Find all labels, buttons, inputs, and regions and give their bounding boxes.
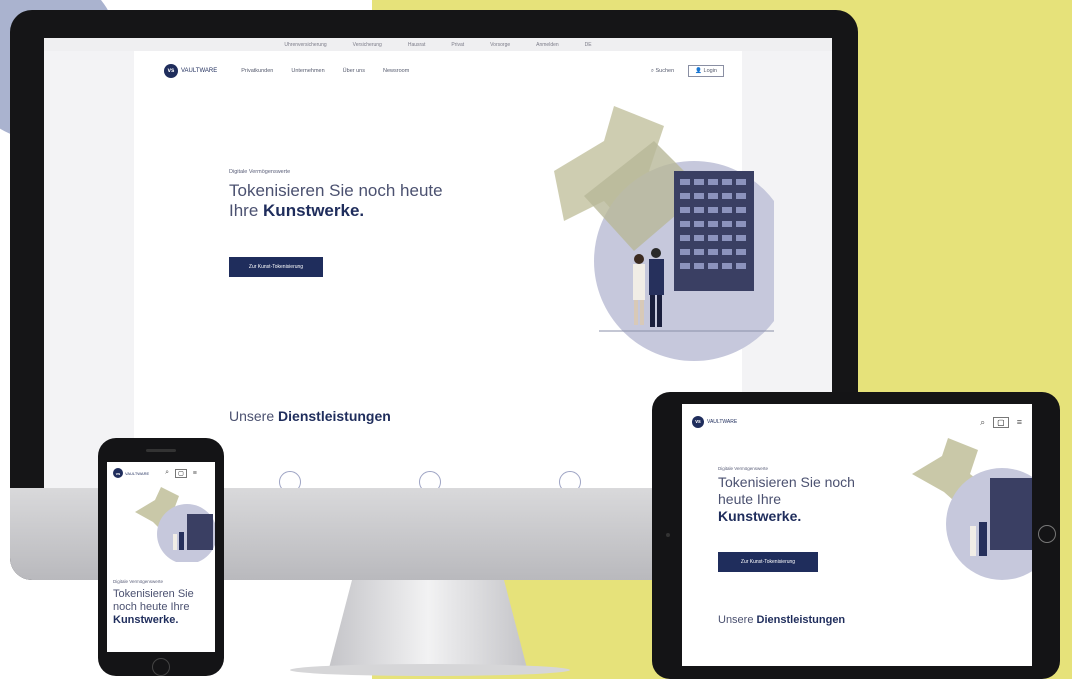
tablet-services-heading-light: Unsere — [718, 614, 757, 626]
tablet-services-heading: Unsere Dienstleistungen — [718, 614, 845, 626]
tablet-hero-illustration — [912, 438, 1032, 580]
search-label: Suchen — [655, 67, 675, 74]
hero-headline-bold: Kunstwerke. — [263, 201, 365, 220]
search-icon: ⌕ — [650, 67, 654, 74]
tablet-home-button — [1038, 525, 1056, 543]
logo-text[interactable]: VAULTWARE — [125, 471, 149, 476]
main-nav: vs VAULTWARE Privatkunden Unternehmen Üb… — [164, 61, 724, 81]
nav-links: Privatkunden Unternehmen Über uns Newsro… — [241, 68, 409, 74]
desktop-site-content: vs VAULTWARE Privatkunden Unternehmen Üb… — [134, 51, 774, 498]
nav-link-privatkunden[interactable]: Privatkunden — [241, 68, 273, 74]
user-icon: 👤 — [695, 68, 702, 74]
nav-link-unternehmen[interactable]: Unternehmen — [291, 68, 324, 74]
menu-icon[interactable]: ≡ — [193, 470, 197, 477]
monitor-stand — [328, 580, 528, 672]
phone-headline-bold: Kunstwerke. — [113, 614, 179, 626]
tablet-header: vs VAULTWARE ⌕ ▢ ≡ — [692, 416, 1022, 428]
stand-shadow — [290, 664, 570, 676]
nav-link-ueber-uns[interactable]: Über uns — [343, 68, 365, 74]
user-icon[interactable]: ▢ — [175, 468, 187, 478]
phone-screen: vs VAULTWARE ⌕ ▢ ≡ Digitale Vermögenswer… — [107, 462, 215, 652]
tablet-eyebrow: Digitale Vermögenswerte — [718, 466, 769, 471]
top-link[interactable]: Versicherung — [353, 42, 382, 48]
tablet-headline-light: Tokenisieren Sie noch heute Ihre — [718, 474, 855, 507]
phone-hero-illustration — [135, 487, 215, 562]
nav-link-newsroom[interactable]: Newsroom — [383, 68, 409, 74]
language-switch[interactable]: DE — [585, 42, 592, 48]
phone-speaker — [146, 449, 176, 452]
tablet-headline-bold: Kunstwerke. — [718, 508, 802, 524]
top-link[interactable]: Uhrenversicherung — [284, 42, 326, 48]
top-link[interactable]: Privat — [451, 42, 464, 48]
tablet-camera — [666, 533, 670, 537]
phone-eyebrow: Digitale Vermögenswerte — [113, 579, 164, 584]
tablet-cta-button[interactable]: Zur Kunst-Tokenisierung — [718, 552, 818, 572]
logo-text[interactable]: VAULTWARE — [181, 68, 217, 74]
logo-mark[interactable]: vs — [692, 416, 704, 428]
search-icon[interactable]: ⌕ — [165, 469, 169, 477]
top-link[interactable]: Anmelden — [536, 42, 559, 48]
hero-illustration — [554, 106, 774, 361]
hero-cta-button[interactable]: Zur Kunst-Tokenisierung — [229, 257, 323, 277]
search-icon[interactable]: ⌕ — [980, 417, 985, 428]
login-label: Login — [703, 68, 717, 74]
phone-header: vs VAULTWARE ⌕ ▢ ≡ — [113, 468, 197, 478]
services-heading-bold: Dienstleistungen — [278, 408, 391, 424]
phone-headline-light: Tokenisieren Sie noch heute Ihre — [113, 588, 194, 613]
nav-right: ⌕ Suchen 👤 Login — [651, 65, 724, 77]
login-button[interactable]: 👤 Login — [688, 65, 724, 77]
hero-headline: Tokenisieren Sie noch heute Ihre Kunstwe… — [229, 181, 459, 221]
phone-home-button — [152, 658, 170, 676]
user-icon[interactable]: ▢ — [993, 416, 1009, 428]
art-painting — [674, 171, 754, 291]
menu-icon[interactable]: ≡ — [1017, 417, 1022, 427]
search-button[interactable]: ⌕ Suchen — [651, 68, 674, 75]
tablet-device: vs VAULTWARE ⌕ ▢ ≡ Digitale Vermögenswer… — [652, 392, 1060, 679]
phone-headline: Tokenisieren Sie noch heute Ihre Kunstwe… — [113, 588, 213, 627]
logo-text[interactable]: VAULTWARE — [707, 419, 737, 425]
top-link[interactable]: Vorsorge — [490, 42, 510, 48]
tablet-services-heading-bold: Dienstleistungen — [756, 614, 846, 626]
desktop-top-bar: Uhrenversicherung Versicherung Hausrat P… — [44, 38, 832, 51]
services-heading: Unsere Dienstleistungen — [229, 408, 391, 424]
tablet-headline: Tokenisieren Sie noch heute Ihre Kunstwe… — [718, 474, 878, 525]
tablet-screen: vs VAULTWARE ⌕ ▢ ≡ Digitale Vermögenswer… — [682, 404, 1032, 666]
services-heading-light: Unsere — [229, 408, 279, 424]
phone-device: vs VAULTWARE ⌕ ▢ ≡ Digitale Vermögenswer… — [98, 438, 224, 676]
hero-eyebrow: Digitale Vermögenswerte — [229, 169, 291, 175]
logo-mark[interactable]: vs — [113, 468, 123, 478]
top-link[interactable]: Hausrat — [408, 42, 426, 48]
logo-mark[interactable]: vs — [164, 64, 178, 78]
